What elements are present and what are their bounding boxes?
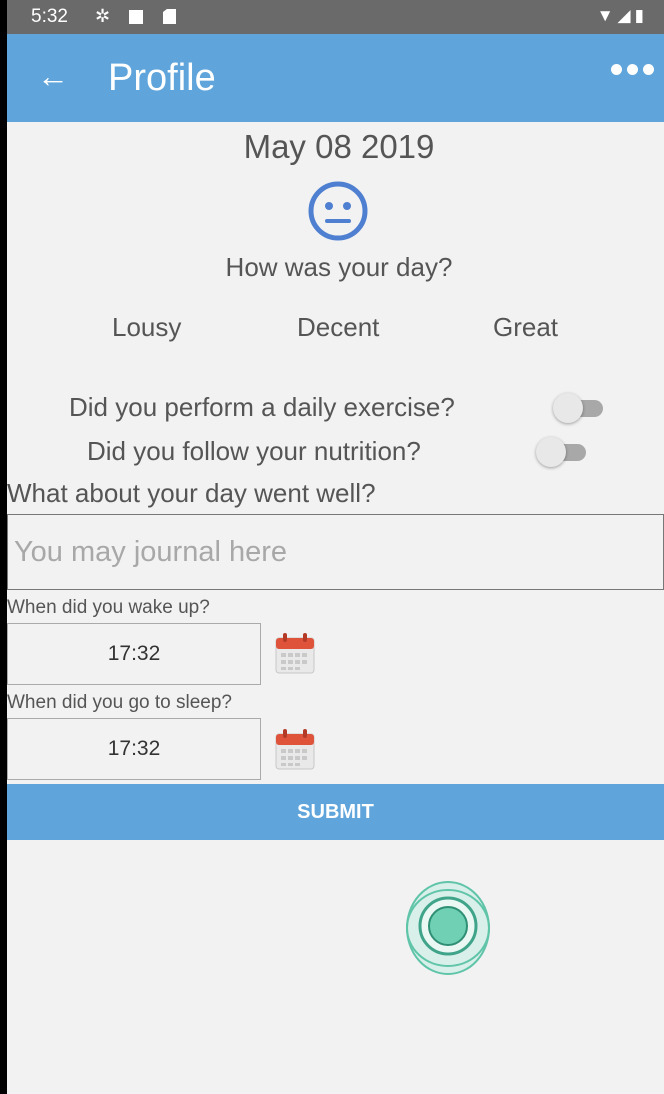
rating-great[interactable]: Great bbox=[493, 312, 558, 343]
sleep-time-field[interactable]: 17:32 bbox=[7, 718, 261, 780]
nutrition-question: Did you follow your nutrition? bbox=[87, 436, 421, 466]
toggle-thumb bbox=[553, 393, 583, 423]
sd-card-icon bbox=[163, 9, 176, 24]
overflow-menu-icon[interactable] bbox=[611, 64, 654, 75]
wake-label: When did you wake up? bbox=[7, 597, 210, 618]
mood-question: How was your day? bbox=[225, 252, 453, 282]
app-bar: ← Profile bbox=[7, 34, 664, 122]
wake-time-field[interactable]: 17:32 bbox=[7, 623, 261, 685]
journal-input[interactable] bbox=[7, 514, 664, 590]
signal-battery-icons: ▼◢▮ bbox=[596, 6, 648, 25]
entry-date: May 08 2019 bbox=[243, 128, 435, 165]
calendar-icon[interactable] bbox=[275, 632, 315, 674]
nutrition-toggle[interactable] bbox=[536, 437, 590, 467]
status-bar: 5:32 ✲ ▼◢▮ bbox=[7, 0, 664, 34]
floating-action-icon[interactable] bbox=[405, 876, 491, 976]
settings-notification-icon: ✲ bbox=[95, 6, 111, 26]
submit-button[interactable]: SUBMIT bbox=[7, 784, 664, 840]
rating-lousy[interactable]: Lousy bbox=[112, 312, 181, 343]
calendar-icon[interactable] bbox=[275, 728, 315, 770]
status-time: 5:32 bbox=[31, 6, 68, 27]
sleep-label: When did you go to sleep? bbox=[7, 692, 232, 713]
exercise-toggle[interactable] bbox=[553, 393, 607, 423]
screen: 5:32 ✲ ▼◢▮ ← Profile May 08 2019 How was… bbox=[7, 0, 664, 1094]
notification-square-icon bbox=[129, 10, 143, 24]
rating-decent[interactable]: Decent bbox=[297, 312, 379, 343]
journal-label: What about your day went well? bbox=[7, 478, 376, 508]
back-arrow-icon[interactable]: ← bbox=[37, 56, 69, 96]
page-title: Profile bbox=[108, 57, 216, 99]
exercise-question: Did you perform a daily exercise? bbox=[69, 392, 455, 422]
neutral-face-icon bbox=[308, 181, 368, 241]
toggle-thumb bbox=[536, 437, 566, 467]
